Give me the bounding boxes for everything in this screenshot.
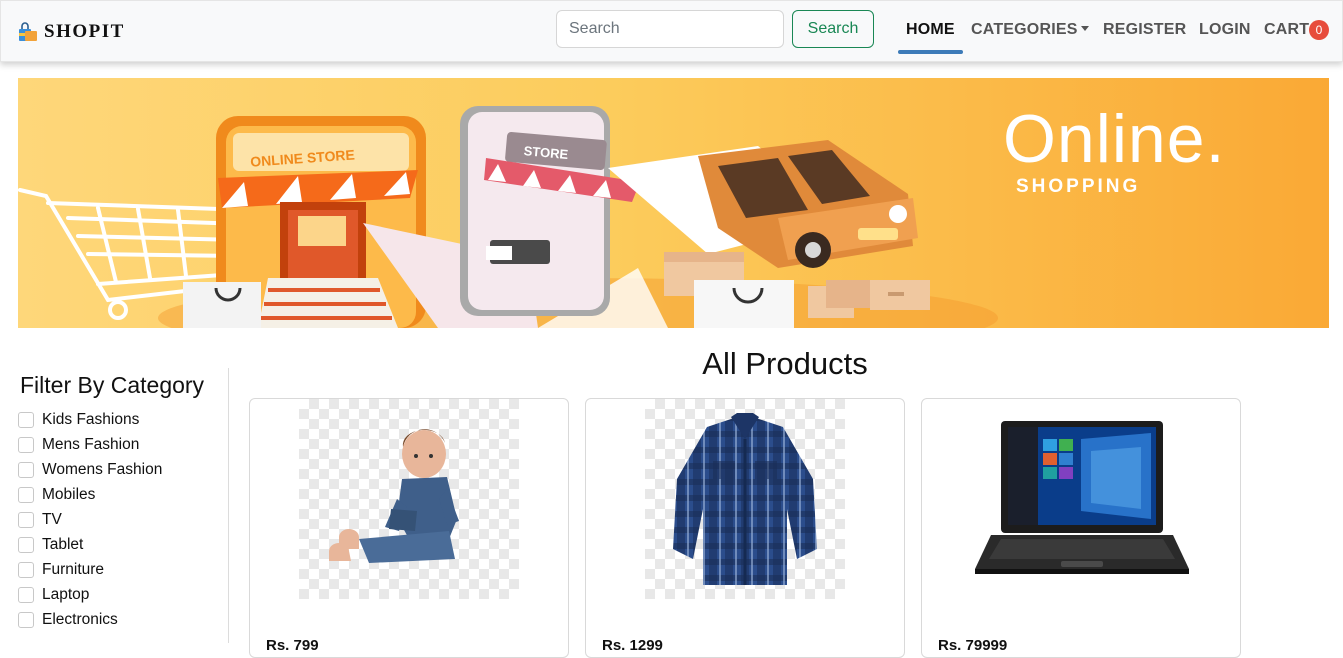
laptop-image [975, 421, 1189, 574]
hero-banner: ONLINE STORE STORE Online. SHOPPING [18, 78, 1329, 328]
category-label: Womens Fashion [42, 460, 163, 478]
category-filter-item[interactable]: Furniture [18, 558, 162, 583]
category-checkbox[interactable] [18, 461, 34, 478]
product-image[interactable] [645, 399, 845, 599]
filter-title: Filter By Category [20, 372, 205, 398]
category-checkbox[interactable] [18, 486, 34, 503]
search-button[interactable]: Search [792, 10, 874, 48]
category-filter-item[interactable]: TV [18, 507, 162, 532]
product-card[interactable]: Rs. 79999 [921, 398, 1241, 658]
shopping-bag-icon [19, 22, 37, 41]
search-input[interactable] [556, 10, 784, 48]
category-checkbox[interactable] [18, 537, 34, 554]
category-checkbox[interactable] [18, 511, 34, 528]
category-filter-item[interactable]: Mens Fashion [18, 432, 162, 457]
nav-login[interactable]: LOGIN [1199, 21, 1251, 39]
product-image[interactable] [299, 399, 519, 599]
category-filter-item[interactable]: Electronics [18, 608, 162, 633]
category-label: Furniture [42, 561, 105, 579]
product-price: Rs. 799 [266, 637, 319, 654]
brand[interactable]: SHOPIT [18, 21, 125, 43]
nav-home[interactable]: HOME [906, 21, 955, 39]
active-nav-indicator [898, 50, 963, 54]
brand-name: SHOPIT [44, 21, 125, 42]
baby-outfit-image [329, 429, 459, 563]
category-label: Kids Fashions [42, 410, 140, 428]
banner-subtitle: SHOPPING [1016, 176, 1141, 197]
category-label: Mens Fashion [42, 435, 140, 453]
category-filter-item[interactable]: Kids Fashions [18, 407, 162, 432]
cart-count-badge: 0 [1309, 20, 1329, 40]
delivery-truck-illustration [608, 140, 918, 268]
category-filter-item[interactable]: Tablet [18, 532, 162, 557]
banner-title: Online. [1003, 101, 1226, 177]
category-label: Tablet [42, 536, 84, 554]
navbar: SHOPIT Search HOME CATEGORIES REGISTER L… [0, 0, 1343, 62]
category-label: TV [42, 510, 62, 528]
category-checkbox[interactable] [18, 587, 34, 604]
category-filter-item[interactable]: Womens Fashion [18, 457, 162, 482]
products-title: All Products [702, 346, 868, 381]
checked-shirt-image [673, 413, 817, 585]
nav-register[interactable]: REGISTER [1103, 21, 1186, 39]
category-filter-item[interactable]: Laptop [18, 583, 162, 608]
category-label: Mobiles [42, 485, 96, 503]
product-image[interactable] [971, 399, 1191, 599]
category-label: Laptop [42, 586, 90, 604]
product-card[interactable]: Rs. 1299 [585, 398, 905, 658]
category-label: Electronics [42, 611, 118, 629]
category-checkbox[interactable] [18, 436, 34, 453]
category-checkbox[interactable] [18, 411, 34, 428]
category-filter-list: Kids Fashions Mens Fashion Womens Fashio… [18, 407, 162, 633]
sidebar-divider [228, 368, 229, 643]
caret-down-icon [1080, 26, 1089, 31]
category-checkbox[interactable] [18, 562, 34, 579]
nav-categories-label: CATEGORIES [971, 21, 1078, 38]
category-filter-item[interactable]: Mobiles [18, 482, 162, 507]
category-checkbox[interactable] [18, 612, 34, 629]
product-price: Rs. 1299 [602, 637, 663, 654]
product-price: Rs. 79999 [938, 637, 1008, 654]
nav-cart[interactable]: CART [1264, 21, 1309, 39]
product-card[interactable]: Rs. 799 [249, 398, 569, 658]
nav-categories-dropdown[interactable]: CATEGORIES [971, 21, 1089, 39]
